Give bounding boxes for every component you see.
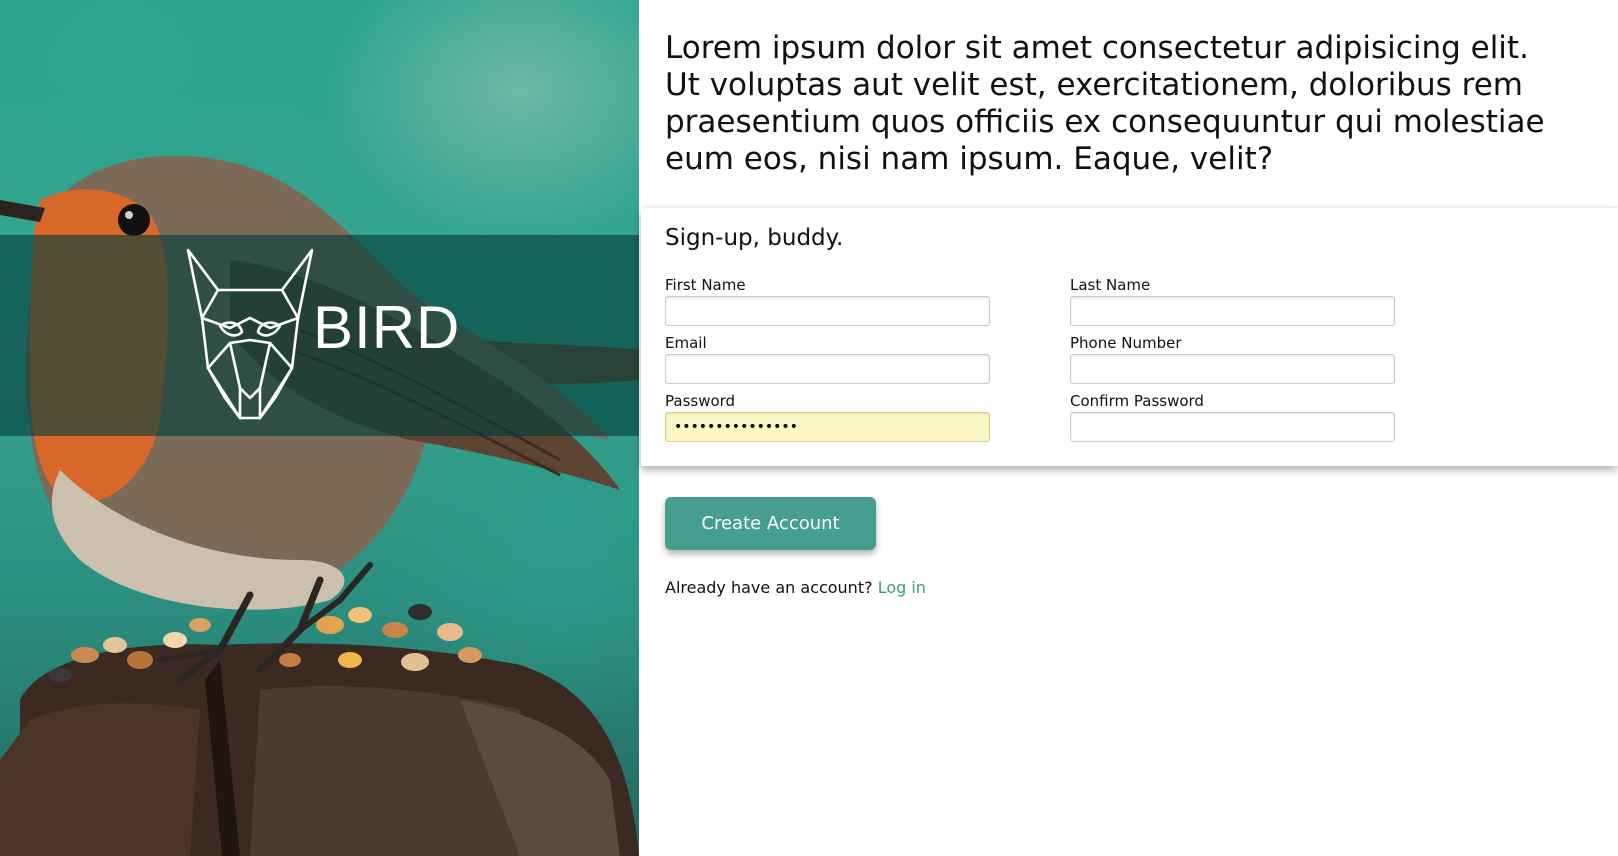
first-name-label: First Name: [665, 276, 746, 294]
email-label: Email: [665, 334, 707, 352]
login-link[interactable]: Log in: [878, 578, 926, 597]
bird-head-geometric-icon: [186, 248, 314, 420]
email-input[interactable]: [665, 354, 990, 384]
first-name-group: First Name: [665, 276, 990, 326]
confirm-password-label: Confirm Password: [1070, 392, 1204, 410]
form-title: Sign-up, buddy.: [665, 225, 844, 251]
brand-name: BIRD: [313, 294, 461, 361]
login-prompt-line: Already have an account? Log in: [665, 578, 926, 597]
confirm-password-group: Confirm Password: [1070, 392, 1395, 442]
phone-number-group: Phone Number: [1070, 334, 1395, 384]
password-group: Password: [665, 392, 990, 442]
hero-image-panel: BIRD: [0, 0, 639, 856]
create-account-button[interactable]: Create Account: [665, 497, 876, 550]
password-label: Password: [665, 392, 736, 410]
confirm-password-input[interactable]: [1070, 412, 1395, 442]
last-name-label: Last Name: [1070, 276, 1151, 294]
email-group: Email: [665, 334, 990, 384]
signup-form-card: Sign-up, buddy. First Name Last Name Ema…: [641, 208, 1618, 466]
signup-page: BIRD Lorem ipsum dolor sit amet consecte…: [0, 0, 1618, 856]
last-name-input[interactable]: [1070, 296, 1395, 326]
phone-number-label: Phone Number: [1070, 334, 1182, 352]
phone-number-input[interactable]: [1070, 354, 1395, 384]
intro-text: Lorem ipsum dolor sit amet consectetur a…: [665, 30, 1545, 177]
last-name-group: Last Name: [1070, 276, 1395, 326]
first-name-input[interactable]: [665, 296, 990, 326]
login-prompt-text: Already have an account?: [665, 578, 873, 597]
password-input[interactable]: [665, 412, 990, 442]
